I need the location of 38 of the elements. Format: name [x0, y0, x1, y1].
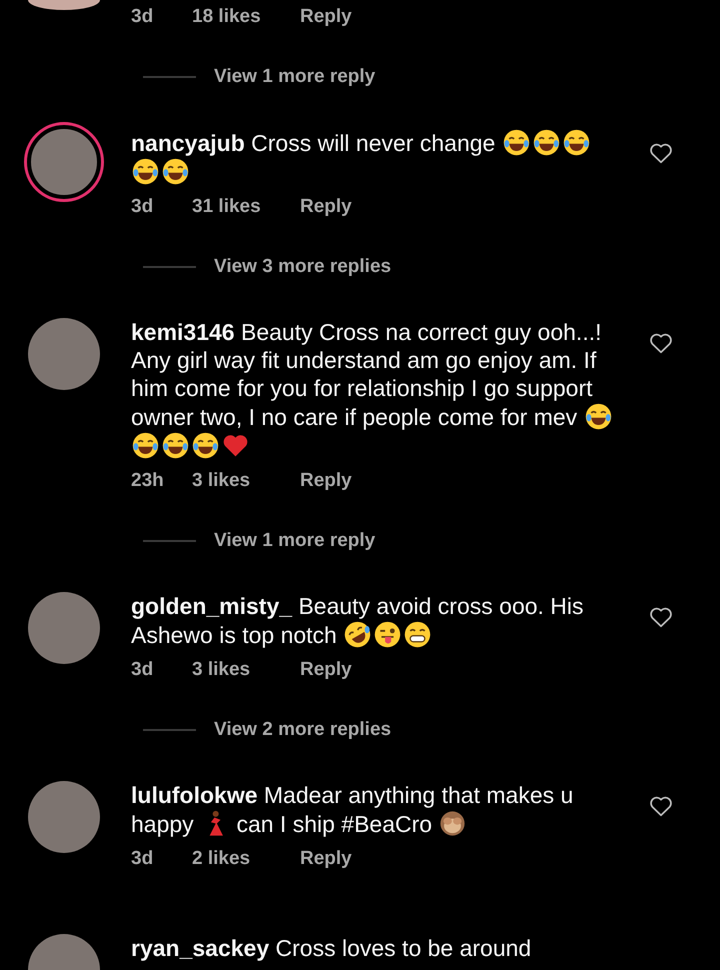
- laughing-face-icon: [191, 431, 220, 460]
- comment-time: 23h: [131, 470, 165, 492]
- reply-button[interactable]: Reply: [300, 659, 352, 681]
- laughing-face-icon: [532, 128, 561, 157]
- comment-time: 3d: [131, 848, 154, 870]
- laughing-face-icon: [562, 128, 591, 157]
- likes-count[interactable]: 18 likes: [192, 6, 300, 28]
- view-replies-button[interactable]: View 1 more reply: [214, 530, 376, 552]
- laughing-face-icon: [161, 157, 190, 186]
- comment-text: lulufolokwe Madear anything that makes u happy can I ship #BeaCro: [131, 781, 574, 838]
- view-replies-button[interactable]: View 2 more replies: [214, 719, 392, 741]
- laughing-face-icon: [584, 402, 613, 431]
- reply-button[interactable]: Reply: [300, 848, 352, 870]
- comment-time: 3d: [131, 196, 154, 218]
- reply-button[interactable]: Reply: [300, 196, 352, 218]
- monkey-icon: [438, 809, 468, 838]
- comment-text: golden_misty_ Beauty avoid cross ooo. His Ashewo is top notch: [131, 592, 585, 649]
- comment-time: 3d: [131, 6, 154, 28]
- likes-count[interactable]: 2 likes: [192, 848, 300, 870]
- view-replies-button[interactable]: View 3 more replies: [214, 256, 392, 278]
- winking-face-icon: [373, 620, 402, 649]
- laughing-face-icon: [131, 157, 160, 186]
- grinning-face-icon: [403, 620, 432, 649]
- likes-count[interactable]: 3 likes: [192, 659, 300, 681]
- comment-text: kemi3146 Beauty Cross na correct guy ooh...! Any girl way fit understand am go enjoy am. If him come for you for relationship I go support owner two, I no care if people come for mev: [131, 318, 621, 460]
- likes-count[interactable]: 31 likes: [192, 196, 300, 218]
- reply-button[interactable]: Reply: [300, 6, 352, 28]
- avatar[interactable]: [27, 125, 101, 199]
- laughing-face-icon: [502, 128, 531, 157]
- view-replies-button[interactable]: View 1 more reply: [214, 66, 376, 88]
- comment-text: ryan_sackey Cross loves to be around: [131, 934, 532, 962]
- laughing-face-icon: [131, 431, 160, 460]
- laughing-face-icon: [343, 620, 372, 649]
- likes-count[interactable]: 3 likes: [192, 470, 300, 492]
- comment-text: nancyajub Cross will never change: [131, 128, 621, 186]
- laughing-face-icon: [161, 431, 190, 460]
- reply-button[interactable]: Reply: [300, 470, 352, 492]
- comment-time: 3d: [131, 659, 154, 681]
